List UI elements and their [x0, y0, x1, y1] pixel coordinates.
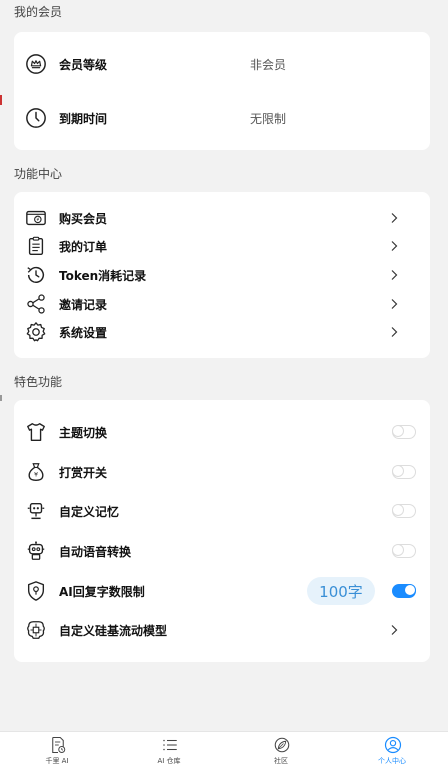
- clipboard-icon: [24, 234, 48, 258]
- feature-item-label: 系统设置: [59, 325, 108, 340]
- history-icon: [24, 263, 48, 287]
- feature-item-settings[interactable]: 系统设置: [14, 318, 430, 346]
- robot-voice-icon: [24, 539, 48, 563]
- special-item-label: 自定义硅基流动模型: [59, 623, 168, 638]
- tab-label: 社区: [274, 757, 288, 765]
- feature-item-label: 我的订单: [59, 239, 108, 254]
- feature-item-buy-membership[interactable]: ¥ 购买会员: [14, 204, 430, 232]
- tab-label: 个人中心: [378, 757, 406, 765]
- special-item-voice[interactable]: 自动语音转换: [14, 537, 430, 565]
- voice-toggle[interactable]: [392, 544, 416, 558]
- feature-item-token-history[interactable]: Token消耗记录: [14, 261, 430, 289]
- word-limit-toggle[interactable]: [392, 584, 416, 598]
- toggle-knob: [392, 465, 404, 477]
- list-icon: [163, 739, 177, 751]
- special-item-word-limit[interactable]: AI回复字数限制 100字: [14, 577, 430, 605]
- user-circle-icon: [384, 736, 402, 754]
- svg-text:¥: ¥: [34, 471, 38, 479]
- tab-qianli-ai[interactable]: 千里 AI: [1, 732, 113, 768]
- word-limit-badge[interactable]: 100字: [307, 577, 375, 605]
- special-item-label: AI回复字数限制: [59, 584, 145, 599]
- expiry-row[interactable]: 到期时间 无限制: [14, 104, 430, 132]
- gear-icon: [24, 320, 48, 344]
- clock-icon: [24, 106, 48, 130]
- brain-chip-icon: [24, 618, 48, 642]
- svg-text:¥: ¥: [36, 217, 39, 223]
- chevron-right-icon: [391, 213, 398, 223]
- edge-mark: [0, 395, 2, 401]
- section-title-membership: 我的会员: [14, 5, 63, 19]
- toggle-knob: [392, 504, 404, 516]
- feature-item-label: 购买会员: [59, 211, 108, 226]
- section-title-special: 特色功能: [14, 375, 63, 389]
- document-clock-icon: [52, 736, 66, 754]
- special-item-label: 自定义记忆: [59, 504, 120, 519]
- feature-item-orders[interactable]: 我的订单: [14, 232, 430, 260]
- tab-profile[interactable]: 个人中心: [336, 732, 448, 768]
- tip-toggle[interactable]: [392, 465, 416, 479]
- share-icon: [24, 292, 48, 316]
- theme-toggle[interactable]: [392, 425, 416, 439]
- feature-item-label: 邀请记录: [59, 297, 108, 312]
- robot-icon: [24, 499, 48, 523]
- member-level-label: 会员等级: [59, 57, 108, 72]
- crown-icon: [24, 52, 48, 76]
- toggle-knob: [404, 584, 416, 596]
- toggle-knob: [392, 544, 404, 556]
- edge-mark: [0, 95, 2, 105]
- features-card: ¥ 购买会员 我的订单 Token消耗记录 邀请记录 系统设置: [14, 192, 430, 358]
- chevron-right-icon: [391, 327, 398, 337]
- shield-lock-icon: [24, 579, 48, 603]
- special-item-label: 打赏开关: [59, 465, 108, 480]
- memory-toggle[interactable]: [392, 504, 416, 518]
- tab-ai-warehouse[interactable]: AI 仓库: [113, 732, 225, 768]
- special-card: 主题切换 ¥ 打赏开关 自定义记忆 自动语音转换 AI回复字数限制 100字 自…: [14, 400, 430, 662]
- chevron-right-icon: [391, 299, 398, 309]
- special-item-label: 主题切换: [59, 425, 108, 440]
- chevron-right-icon: [391, 241, 398, 251]
- tab-label: AI 仓库: [157, 757, 181, 765]
- special-item-label: 自动语音转换: [59, 544, 132, 559]
- feature-item-invites[interactable]: 邀请记录: [14, 290, 430, 318]
- money-bag-icon: ¥: [24, 460, 48, 484]
- membership-card: 会员等级 非会员 到期时间 无限制: [14, 32, 430, 150]
- member-level-value: 非会员: [250, 57, 287, 72]
- leaf-icon: [274, 737, 290, 753]
- feature-item-label: Token消耗记录: [59, 268, 147, 283]
- expiry-value: 无限制: [250, 111, 287, 126]
- wallet-icon: ¥: [24, 206, 48, 230]
- chevron-right-icon: [391, 270, 398, 280]
- member-level-row[interactable]: 会员等级 非会员: [14, 50, 430, 78]
- chevron-right-icon: [391, 625, 398, 635]
- toggle-knob: [392, 425, 404, 437]
- special-item-tip[interactable]: ¥ 打赏开关: [14, 458, 430, 486]
- special-item-theme[interactable]: 主题切换: [14, 418, 430, 446]
- tab-label: 千里 AI: [45, 757, 69, 765]
- tab-community[interactable]: 社区: [225, 732, 337, 768]
- shirt-icon: [24, 420, 48, 444]
- section-title-features: 功能中心: [14, 167, 63, 181]
- expiry-label: 到期时间: [59, 111, 108, 126]
- bottom-tab-bar: 千里 AI AI 仓库 社区 个人中心: [0, 731, 448, 768]
- special-item-memory[interactable]: 自定义记忆: [14, 497, 430, 525]
- special-item-custom-model[interactable]: 自定义硅基流动模型: [14, 616, 430, 644]
